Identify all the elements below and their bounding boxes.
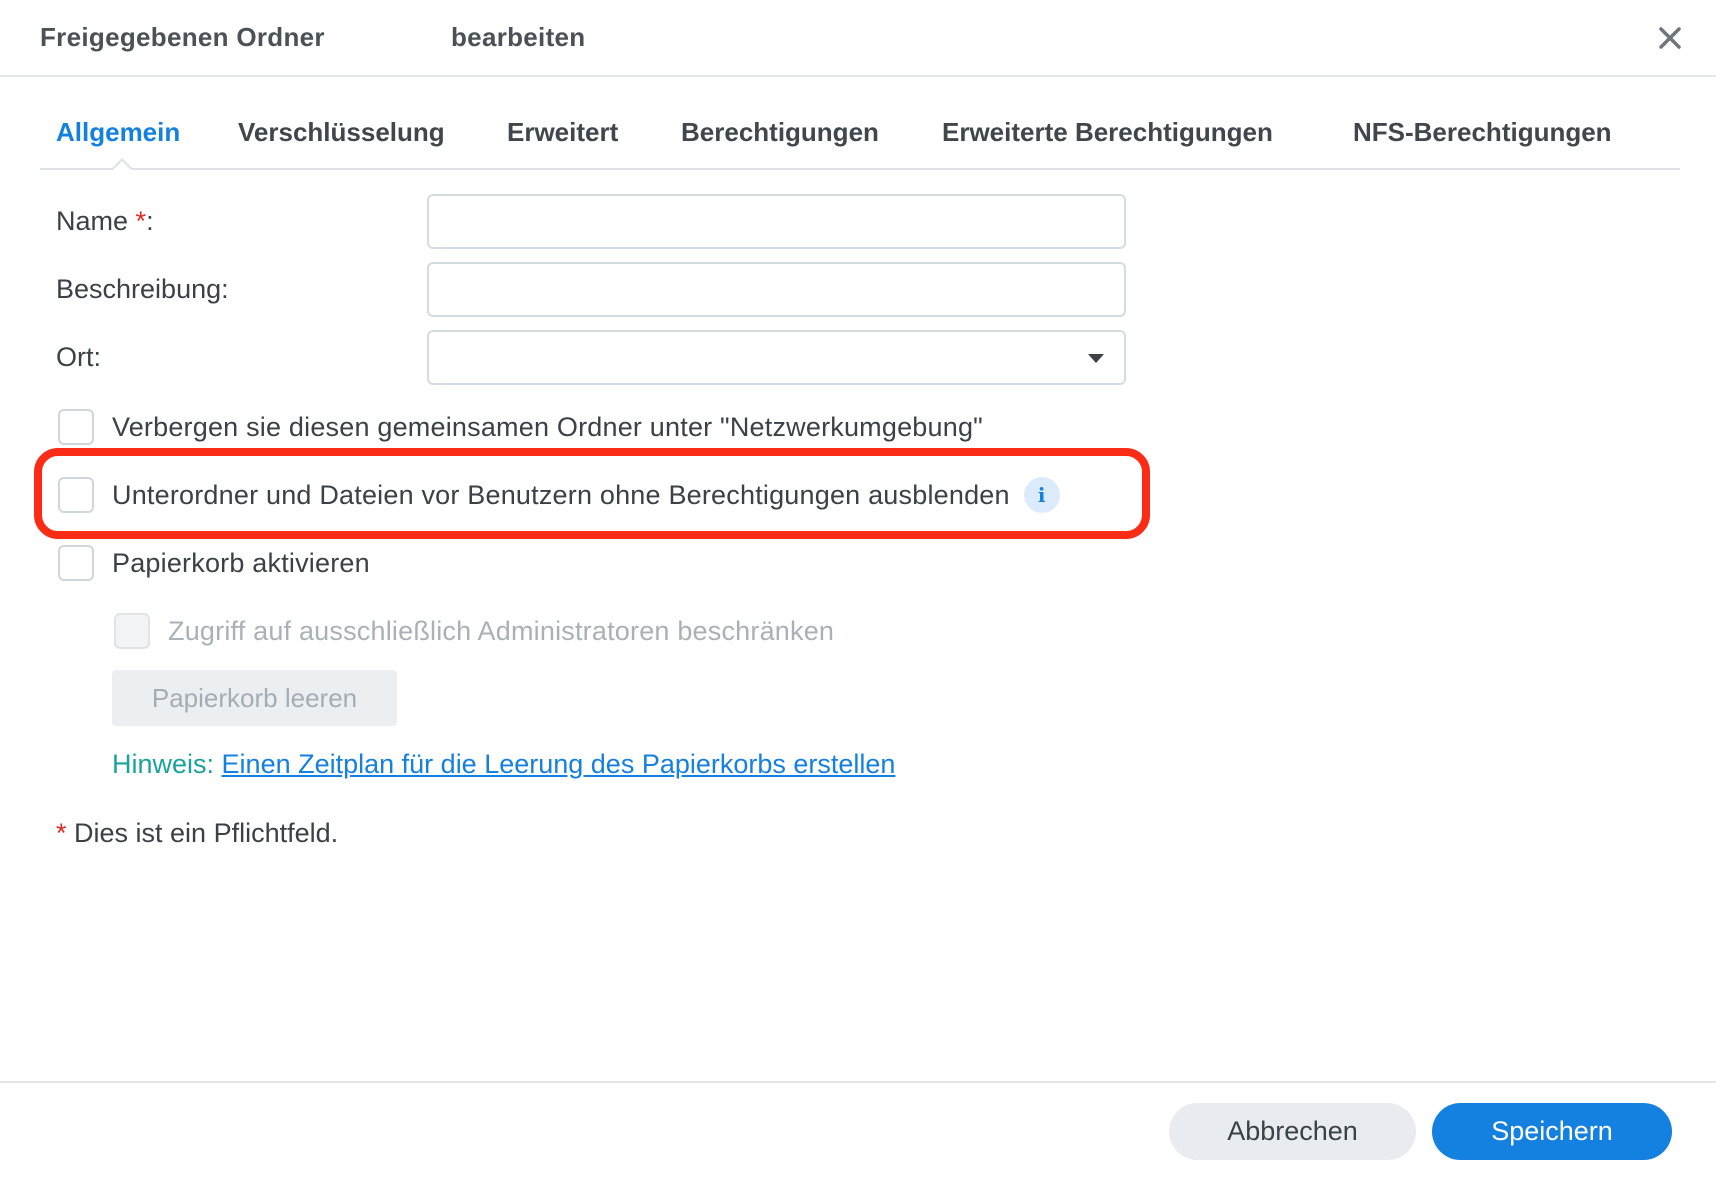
tab-erweitert[interactable]: Erweitert: [507, 117, 618, 148]
dialog-footer: Abbrechen Speichern: [0, 1081, 1716, 1180]
location-label: Ort:: [56, 342, 101, 372]
cancel-button[interactable]: Abbrechen: [1169, 1103, 1416, 1160]
hint-label: Hinweis:: [112, 749, 215, 779]
required-marker: *: [135, 206, 147, 236]
tab-bar: Allgemein Verschlüsselung Erweitert Bere…: [40, 100, 1680, 171]
tab-verschluesselung[interactable]: Verschlüsselung: [238, 117, 445, 148]
dialog-titlebar: Freigegebenen Ordner bearbeiten: [0, 0, 1716, 77]
save-button[interactable]: Speichern: [1432, 1103, 1672, 1160]
hide-subfolders-label: Unterordner und Dateien vor Benutzern oh…: [112, 479, 1010, 510]
name-input[interactable]: [429, 196, 1124, 247]
admin-only-checkbox: [114, 613, 150, 649]
dialog-title-action: bearbeiten: [451, 22, 586, 52]
empty-recycle-bin-button: Papierkorb leeren: [112, 670, 397, 726]
tab-berechtigungen[interactable]: Berechtigungen: [681, 117, 879, 148]
dialog-title: Freigegebenen Ordner: [40, 22, 325, 52]
description-input[interactable]: [429, 264, 1124, 315]
tab-allgemein[interactable]: Allgemein: [56, 117, 180, 148]
close-button[interactable]: [1650, 18, 1690, 58]
hide-network-label: Verbergen sie diesen gemeinsamen Ordner …: [112, 411, 983, 442]
hide-subfolders-checkbox[interactable]: [58, 477, 94, 513]
tab-erweiterte-berechtigungen[interactable]: Erweiterte Berechtigungen: [942, 117, 1273, 148]
edit-shared-folder-dialog: Freigegebenen Ordner bearbeiten Allgemei…: [0, 0, 1716, 1180]
hide-network-option[interactable]: Verbergen sie diesen gemeinsamen Ordner …: [58, 407, 983, 447]
schedule-link[interactable]: Einen Zeitplan für die Leerung des Papie…: [222, 749, 896, 779]
recycle-bin-checkbox[interactable]: [58, 545, 94, 581]
hint: Hinweis: Einen Zeitplan für die Leerung …: [112, 749, 895, 780]
name-field[interactable]: [427, 194, 1126, 249]
close-icon: [1659, 27, 1681, 49]
info-icon[interactable]: i: [1023, 477, 1060, 513]
footnote-text: Dies ist ein Pflichtfeld.: [66, 818, 339, 848]
hide-network-checkbox[interactable]: [58, 409, 94, 445]
recycle-bin-label: Papierkorb aktivieren: [112, 547, 370, 578]
description-field[interactable]: [427, 262, 1126, 317]
active-tab-indicator: [110, 158, 134, 171]
location-select[interactable]: [427, 330, 1126, 385]
admin-only-option: Zugriff auf ausschließlich Administrator…: [114, 611, 834, 651]
hide-subfolders-option[interactable]: Unterordner und Dateien vor Benutzern oh…: [58, 475, 1060, 515]
recycle-bin-option[interactable]: Papierkorb aktivieren: [58, 543, 370, 583]
name-label: Name *:: [56, 206, 154, 237]
tab-nfs-berechtigungen[interactable]: NFS-Berechtigungen: [1353, 117, 1612, 148]
description-label: Beschreibung:: [56, 274, 229, 304]
chevron-down-icon: [1088, 354, 1104, 363]
name-label-text: Name: [56, 206, 129, 236]
required-marker: *: [56, 818, 67, 848]
name-label-colon: :: [146, 206, 154, 236]
required-footnote: * Dies ist ein Pflichtfeld.: [56, 818, 338, 849]
admin-only-label: Zugriff auf ausschließlich Administrator…: [168, 615, 835, 646]
